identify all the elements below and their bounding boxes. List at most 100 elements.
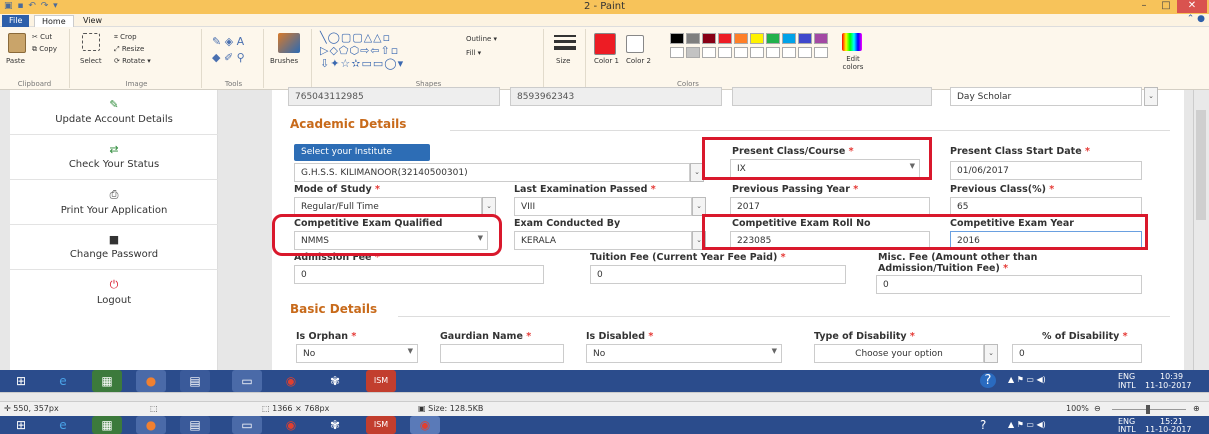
start-date-field[interactable]: 01/06/2017 xyxy=(950,161,1142,180)
file-explorer-icon[interactable]: ▭ xyxy=(232,370,262,392)
resize-button[interactable]: ⤢ Resize xyxy=(114,45,144,54)
color-swatch[interactable] xyxy=(798,47,812,58)
color-swatch[interactable] xyxy=(750,33,764,44)
select-icon[interactable] xyxy=(82,33,100,51)
color-swatch[interactable] xyxy=(750,47,764,58)
start-icon[interactable]: ⊞ xyxy=(6,370,36,392)
sidebar-item-check-status[interactable]: ⇄ Check Your Status xyxy=(10,135,218,180)
sidebar-item-logout[interactable]: ⏻ Logout xyxy=(10,270,218,315)
color-swatch[interactable] xyxy=(702,47,716,58)
start-icon[interactable]: ⊞ xyxy=(6,416,36,434)
hostel-select[interactable]: Day Scholar xyxy=(950,87,1142,106)
color-swatch[interactable] xyxy=(686,33,700,44)
aadhaar-field[interactable]: 765043112985 xyxy=(288,87,500,106)
rotate-button[interactable]: ⟳ Rotate ▾ xyxy=(114,57,151,65)
mobile-field[interactable]: 8593962343 xyxy=(510,87,722,106)
tab-file[interactable]: File xyxy=(2,15,30,27)
color-swatch[interactable] xyxy=(766,33,780,44)
disability-type-select[interactable]: Choose your option xyxy=(814,344,984,363)
paint-icon[interactable]: ✾ xyxy=(320,370,350,392)
scrollbar-thumb[interactable] xyxy=(1196,110,1206,220)
shapes-gallery-icon[interactable]: ╲◯▢▢△△▫ xyxy=(320,31,391,44)
pencil-icon[interactable]: ✎ ◈ A xyxy=(212,35,244,48)
language-indicator[interactable]: ENG xyxy=(1118,372,1135,381)
select-institute-button[interactable]: Select your Institute xyxy=(294,144,430,161)
brushes-button[interactable]: Brushes xyxy=(270,57,298,65)
minimize-button[interactable]: – xyxy=(1133,0,1155,13)
last-exam-select[interactable]: VIII xyxy=(514,197,692,216)
misc-field[interactable]: 0 xyxy=(876,275,1142,294)
exam-by-select[interactable]: KERALA xyxy=(514,231,692,250)
hostel-dropdown-arrow[interactable]: ⌄ xyxy=(1144,87,1158,106)
shapes-row2-icon[interactable]: ▷◇⬠⬡⇨⇦⇧▫ xyxy=(320,44,399,57)
shapes-row3-icon[interactable]: ⇩✦☆✫▭▭◯▾ xyxy=(320,57,404,70)
edit-colors-icon[interactable] xyxy=(842,33,862,51)
orphan-select[interactable]: No ▼ xyxy=(296,344,418,363)
outline-button[interactable]: Outline ▾ xyxy=(466,35,497,43)
color-swatch[interactable] xyxy=(670,33,684,44)
select-button[interactable]: Select xyxy=(80,57,102,65)
help-icon[interactable]: ⌃ ● xyxy=(1187,14,1205,24)
ie-icon[interactable]: e xyxy=(48,370,78,392)
tab-view[interactable]: View xyxy=(76,15,109,27)
color-swatch[interactable] xyxy=(782,47,796,58)
size-button[interactable]: Size xyxy=(556,57,570,65)
crop-button[interactable]: ⌗ Crop xyxy=(114,33,137,42)
word-icon[interactable]: ▤ xyxy=(180,370,210,392)
color-swatch[interactable] xyxy=(734,47,748,58)
readonly-field[interactable] xyxy=(732,87,932,106)
tuition-field[interactable]: 0 xyxy=(590,265,846,284)
sidebar-item-update-account[interactable]: ✎ Update Account Details xyxy=(10,90,218,135)
firefox-icon[interactable]: ● xyxy=(136,416,166,434)
brush-icon[interactable] xyxy=(278,33,300,53)
gist-ism-icon[interactable]: ISM xyxy=(366,370,396,392)
paste-icon[interactable] xyxy=(8,33,26,53)
zoom-out-button[interactable]: ⊖ xyxy=(1094,404,1101,413)
firefox-icon[interactable]: ● xyxy=(136,370,166,392)
color-swatch[interactable] xyxy=(734,33,748,44)
color-swatch[interactable] xyxy=(782,33,796,44)
help-icon[interactable]: ? xyxy=(980,373,996,388)
tray-icons[interactable]: ▲ ⚑ ▭ ◀) xyxy=(1008,375,1046,384)
color-swatch[interactable] xyxy=(798,33,812,44)
institute-field[interactable]: G.H.S.S. KILIMANOOR(32140500301) xyxy=(294,163,690,182)
guardian-field[interactable] xyxy=(440,344,564,363)
chrome-icon[interactable]: ◉ xyxy=(276,416,306,434)
color-swatch[interactable] xyxy=(814,47,828,58)
help-icon[interactable]: ? xyxy=(980,418,986,432)
picker-icon[interactable]: ◆ ✐ ⚲ xyxy=(212,51,245,64)
horizontal-scrollbar[interactable] xyxy=(0,392,1209,401)
cut-button[interactable]: ✂ Cut xyxy=(32,33,52,41)
disability-type-dropdown-arrow[interactable]: ⌄ xyxy=(984,344,998,363)
color-swatch[interactable] xyxy=(766,47,780,58)
fill-button[interactable]: Fill ▾ xyxy=(466,49,481,57)
color1-swatch[interactable] xyxy=(594,33,616,55)
chrome-icon[interactable]: ◉ xyxy=(276,370,306,392)
copy-button[interactable]: ⧉ Copy xyxy=(32,45,57,54)
color-swatch[interactable] xyxy=(718,47,732,58)
maximize-button[interactable]: □ xyxy=(1155,0,1177,13)
admission-field[interactable]: 0 xyxy=(294,265,544,284)
color-swatch[interactable] xyxy=(686,47,700,58)
edit-colors-button[interactable]: Edit colors xyxy=(836,55,870,71)
clock-time[interactable]: 10:39 xyxy=(1160,372,1183,381)
sidebar-item-change-password[interactable]: ■ Change Password xyxy=(10,225,218,270)
file-explorer-icon[interactable]: ▭ xyxy=(232,416,262,434)
word-icon[interactable]: ▤ xyxy=(180,416,210,434)
excel-icon[interactable]: ▦ xyxy=(92,416,122,434)
tray-icons[interactable]: ▲ ⚑ ▭ ◀) xyxy=(1008,420,1046,429)
color-swatch[interactable] xyxy=(814,33,828,44)
paint-icon[interactable]: ✾ xyxy=(320,416,350,434)
tab-home[interactable]: Home xyxy=(34,15,74,27)
excel-icon[interactable]: ▦ xyxy=(92,370,122,392)
close-button[interactable]: ✕ xyxy=(1177,0,1207,13)
disabled-select[interactable]: No ▼ xyxy=(586,344,782,363)
color-swatch[interactable] xyxy=(718,33,732,44)
color2-swatch[interactable] xyxy=(626,35,644,53)
paste-button[interactable]: Paste xyxy=(6,57,25,65)
color-swatch[interactable] xyxy=(702,33,716,44)
gist-ism-icon[interactable]: ISM xyxy=(366,416,396,434)
disability-pct-field[interactable]: 0 xyxy=(1012,344,1142,363)
zoom-slider-thumb[interactable] xyxy=(1146,405,1150,414)
color-swatch[interactable] xyxy=(670,47,684,58)
